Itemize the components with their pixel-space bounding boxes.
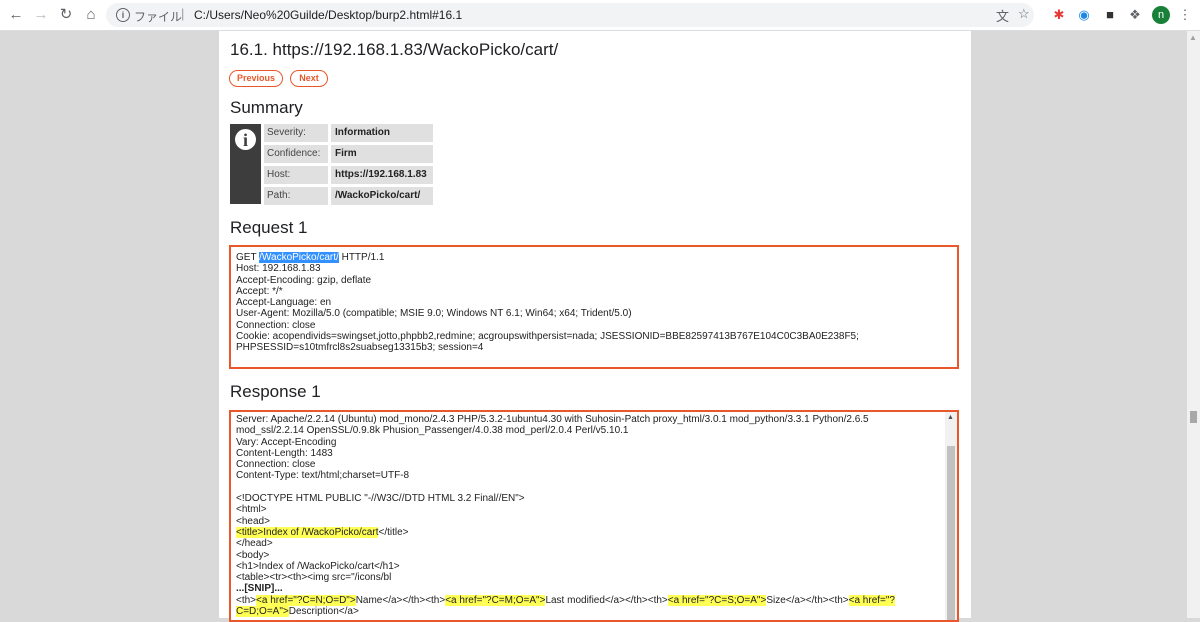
summary-heading: Summary — [230, 98, 303, 117]
previous-button[interactable]: Previous — [229, 70, 283, 87]
address-bar[interactable]: i ファイル | C:/Users/Neo%20Guilde/Desktop/b… — [106, 3, 1034, 27]
next-button[interactable]: Next — [290, 70, 328, 87]
request-line: PHPSESSID=s10tmfrcl8s2suabseg13315b3; se… — [236, 342, 484, 354]
response-text[interactable]: Server: Apache/2.2.14 (Ubuntu) mod_mono/… — [236, 414, 943, 618]
request-heading: Request 1 — [230, 218, 308, 237]
highlighted-link: <a href="?C=M;O=A"> — [445, 594, 546, 606]
profile-avatar[interactable]: n — [1152, 6, 1170, 24]
response-scroll-thumb[interactable] — [947, 446, 955, 620]
response-fragment: <th> — [236, 594, 257, 606]
response-line: mod_ssl/2.2.14 OpenSSL/0.9.8k Phusion_Pa… — [236, 425, 629, 437]
scroll-up-icon[interactable]: ▲ — [947, 414, 954, 421]
response-line: </title> — [378, 526, 409, 538]
summary-value: Information — [331, 124, 433, 142]
response-line: <body> — [236, 549, 270, 561]
extension-search-icon[interactable]: ◉ — [1075, 6, 1093, 24]
menu-kebab-icon[interactable]: ⋮ — [1176, 6, 1194, 24]
snip-marker: ...[SNIP]... — [236, 583, 283, 595]
browser-toolbar: ← → ↻ ⌂ i ファイル | C:/Users/Neo%20Guilde/D… — [0, 0, 1200, 31]
info-badge: i — [230, 124, 261, 204]
response-line: Vary: Accept-Encoding — [236, 436, 337, 448]
request-line: Connection: close — [236, 319, 316, 331]
response-line: <h1>Index of /WackoPicko/cart</h1> — [236, 560, 400, 572]
extensions-puzzle-icon[interactable]: ❖ — [1126, 6, 1144, 24]
highlighted-title: <title>Index of /WackoPicko/cart — [236, 526, 379, 538]
summary-key: Severity: — [264, 124, 328, 142]
request-box[interactable]: GET /WackoPicko/cart/ HTTP/1.1 Host: 192… — [229, 245, 959, 369]
response-line: </head> — [236, 538, 273, 550]
response-fragment: Last modified — [545, 594, 605, 606]
address-separator: | — [181, 6, 185, 21]
response-line: <!DOCTYPE HTML PUBLIC "-//W3C//DTD HTML … — [236, 493, 525, 505]
translate-icon[interactable]: 文 — [996, 6, 1009, 25]
home-icon[interactable]: ⌂ — [81, 5, 101, 25]
response-fragment: Name — [355, 594, 383, 606]
response-line: Content-Length: 1483 — [236, 447, 333, 459]
response-scrollbar[interactable]: ▲ — [945, 412, 957, 620]
summary-key: Path: — [264, 187, 328, 205]
response-line: <head> — [236, 515, 270, 527]
summary-value: Firm — [331, 145, 433, 163]
summary-key: Confidence: — [264, 145, 328, 163]
request-line: Accept-Encoding: gzip, deflate — [236, 274, 372, 286]
highlighted-link: <a href="?C=S;O=A"> — [667, 594, 767, 606]
report-page: 16.1. https://192.168.1.83/WackoPicko/ca… — [219, 31, 971, 622]
forward-icon[interactable]: → — [31, 5, 51, 25]
response-line: Content-Type: text/html;charset=UTF-8 — [236, 470, 410, 482]
request-text[interactable]: GET /WackoPicko/cart/ HTTP/1.1 Host: 192… — [236, 252, 952, 354]
reload-icon[interactable]: ↻ — [56, 5, 76, 25]
url-text[interactable]: C:/Users/Neo%20Guilde/Desktop/burp2.html… — [194, 8, 462, 22]
response-fragment: Description</a> — [288, 606, 359, 618]
request-line: Accept: */* — [236, 285, 283, 297]
extension-asterisk-icon[interactable]: ✱ — [1050, 6, 1068, 24]
request-line: User-Agent: Mozilla/5.0 (compatible; MSI… — [236, 308, 632, 320]
request-path-selected: /WackoPicko/cart/ — [259, 252, 339, 263]
summary-value: https://192.168.1.83 — [331, 166, 433, 184]
response-line: <html> — [236, 504, 267, 516]
request-line: Accept-Language: en — [236, 297, 332, 309]
issue-title: 16.1. https://192.168.1.83/WackoPicko/ca… — [230, 40, 559, 59]
information-icon: i — [235, 129, 256, 150]
response-heading: Response 1 — [230, 382, 321, 401]
request-protocol: HTTP/1.1 — [338, 252, 385, 263]
response-line: <table><tr><th><img src="/icons/bl — [236, 572, 392, 584]
summary-key: Host: — [264, 166, 328, 184]
response-box[interactable]: Server: Apache/2.2.14 (Ubuntu) mod_mono/… — [229, 410, 959, 622]
page-scroll-thumb[interactable] — [1190, 411, 1197, 423]
response-fragment: </a></th><th> — [382, 594, 446, 606]
request-line: Host: 192.168.1.83 — [236, 263, 321, 275]
highlighted-link: C=D;O=A"> — [236, 606, 289, 618]
info-icon[interactable]: i — [116, 8, 130, 22]
request-method: GET — [236, 252, 260, 263]
response-fragment: </a></th><th> — [604, 594, 668, 606]
response-fragment: Size — [766, 594, 786, 606]
scheme-label: ファイル — [134, 10, 183, 24]
response-line: Connection: close — [236, 459, 316, 471]
response-line: Server: Apache/2.2.14 (Ubuntu) mod_mono/… — [236, 414, 869, 425]
bookmark-star-icon[interactable]: ☆ — [1018, 6, 1030, 22]
summary-value: /WackoPicko/cart/ — [331, 187, 433, 205]
scroll-up-icon[interactable]: ▲ — [1189, 33, 1197, 42]
page-scrollbar[interactable]: ▲ — [1187, 31, 1200, 618]
request-line: Cookie: acopendivids=swingset,jotto,phpb… — [236, 331, 859, 343]
highlighted-link: <a href="?C=N;O=D"> — [256, 594, 356, 606]
highlighted-link: <a href="? — [848, 594, 895, 606]
response-fragment: </a></th><th> — [785, 594, 849, 606]
extension-ninja-icon[interactable]: ■ — [1101, 6, 1119, 24]
back-icon[interactable]: ← — [6, 5, 26, 25]
